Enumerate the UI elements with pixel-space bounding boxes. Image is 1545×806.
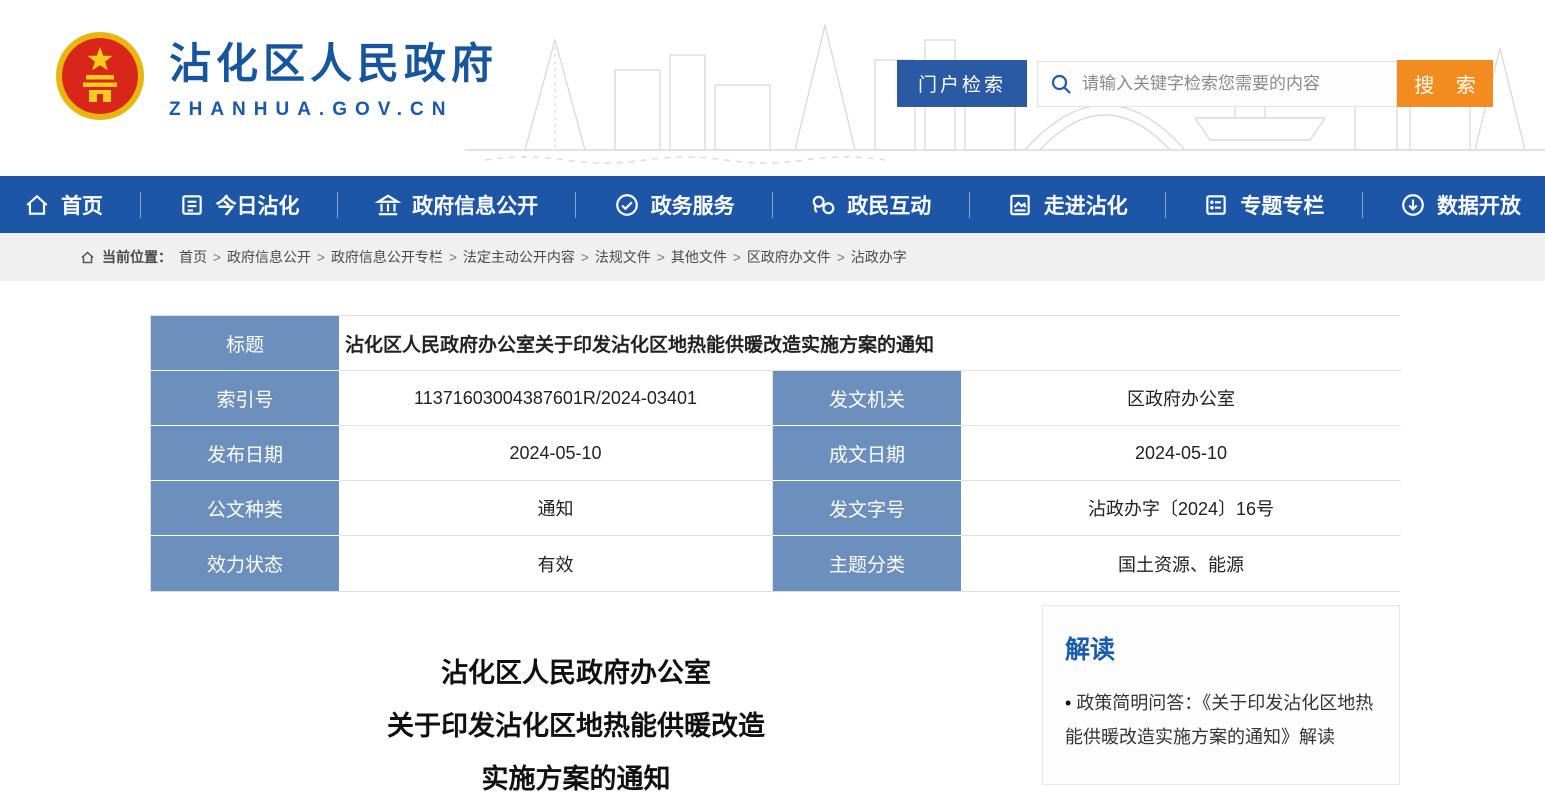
breadcrumb-item[interactable]: 首页: [179, 249, 227, 265]
nav-divider: [1165, 192, 1166, 218]
meta-label-validity: 效力状态: [151, 536, 339, 591]
meta-value-validity: 有效: [339, 536, 773, 591]
breadcrumb-item[interactable]: 政府信息公开: [227, 249, 331, 265]
document-title: 沾化区人民政府办公室 关于印发沾化区地热能供暖改造 实施方案的通知: [150, 647, 1042, 806]
nav-item-about[interactable]: 走进沾化: [1007, 190, 1128, 220]
meta-value-subject-category: 国土资源、能源: [961, 536, 1401, 591]
nav-divider: [969, 192, 970, 218]
nav-item-gov-info[interactable]: 政府信息公开: [375, 190, 538, 220]
portal-search-button[interactable]: 门户检索: [897, 60, 1027, 107]
interpretation-box: 解读 政策简明问答：《关于印发沾化区地热能供暖改造实施方案的通知》解读: [1042, 605, 1400, 785]
breadcrumb-prefix: 当前位置：: [102, 247, 172, 267]
home-icon: [24, 192, 50, 218]
breadcrumb: 当前位置： 首页政府信息公开政府信息公开专栏法定主动公开内容法规文件其他文件区政…: [0, 233, 1545, 281]
walkin-icon: [1007, 192, 1033, 218]
nav-divider: [140, 192, 141, 218]
nav-item-today[interactable]: 今日沾化: [179, 190, 300, 220]
meta-label-title: 标题: [151, 316, 339, 371]
nav-divider: [337, 192, 338, 218]
meta-label-index-number: 索引号: [151, 371, 339, 426]
nav-divider: [772, 192, 773, 218]
meta-value-doc-number: 沾政办字〔2024〕16号: [961, 481, 1401, 536]
meta-value-written-date: 2024-05-10: [961, 426, 1401, 481]
service-icon: [614, 192, 640, 218]
main-nav: 首页 今日沾化 政府信息公开 政务服务: [0, 176, 1545, 233]
nav-item-label: 政府信息公开: [412, 190, 538, 220]
breadcrumb-item[interactable]: 政府信息公开专栏: [331, 249, 463, 265]
breadcrumb-item[interactable]: 法规文件: [595, 249, 671, 265]
brand-text: 沾化区人民政府 ZHANHUA.GOV.CN: [169, 30, 498, 121]
chat-icon: [810, 192, 836, 218]
nav-item-label: 专题专栏: [1240, 190, 1324, 220]
nav-divider: [1362, 192, 1363, 218]
breadcrumb-item[interactable]: 法定主动公开内容: [463, 249, 595, 265]
nav-item-label: 数据开放: [1437, 190, 1521, 220]
document-title-line: 关于印发沾化区地热能供暖改造: [150, 700, 1002, 753]
interpretation-heading: 解读: [1065, 630, 1377, 666]
meta-label-doc-type: 公文种类: [151, 481, 339, 536]
search-box: [1037, 61, 1397, 107]
nav-item-topics[interactable]: 专题专栏: [1203, 190, 1324, 220]
breadcrumb-item[interactable]: 区政府办文件: [747, 249, 851, 265]
document-title-line: 沾化区人民政府办公室: [150, 647, 1002, 700]
meta-label-issuing-agency: 发文机关: [773, 371, 961, 426]
meta-value-publish-date: 2024-05-10: [339, 426, 773, 481]
nav-divider: [575, 192, 576, 218]
news-icon: [179, 192, 205, 218]
national-emblem-logo: [55, 31, 145, 121]
breadcrumb-item[interactable]: 沾政办字: [851, 249, 907, 265]
nav-item-interaction[interactable]: 政民互动: [810, 190, 931, 220]
bank-icon: [375, 192, 401, 218]
list-icon: [1203, 192, 1229, 218]
meta-value-title: 沾化区人民政府办公室关于印发沾化区地热能供暖改造实施方案的通知: [339, 316, 1401, 371]
brand-block: 沾化区人民政府 ZHANHUA.GOV.CN: [55, 30, 498, 121]
site-header: 沾化区人民政府 ZHANHUA.GOV.CN 门户检索 搜 索: [0, 0, 1545, 176]
search-area: 门户检索 搜 索: [897, 60, 1493, 107]
download-icon: [1400, 192, 1426, 218]
document-meta-table: 标题 沾化区人民政府办公室关于印发沾化区地热能供暖改造实施方案的通知 索引号 1…: [150, 315, 1400, 592]
page: 沾化区人民政府 ZHANHUA.GOV.CN 门户检索 搜 索 首页: [0, 0, 1545, 768]
nav-item-label: 政民互动: [847, 190, 931, 220]
nav-item-label: 首页: [61, 190, 103, 220]
site-name: 沾化区人民政府: [169, 30, 498, 91]
meta-value-index-number: 11371603004387601R/2024-03401: [339, 371, 773, 426]
breadcrumb-item[interactable]: 其他文件: [671, 249, 747, 265]
main-content: 标题 沾化区人民政府办公室关于印发沾化区地热能供暖改造实施方案的通知 索引号 1…: [0, 281, 1545, 806]
search-submit-button[interactable]: 搜 索: [1397, 60, 1493, 107]
nav-item-services[interactable]: 政务服务: [614, 190, 735, 220]
meta-label-written-date: 成文日期: [773, 426, 961, 481]
nav-item-label: 走进沾化: [1044, 190, 1128, 220]
document-title-line: 实施方案的通知: [150, 753, 1002, 806]
nav-item-open-data[interactable]: 数据开放: [1400, 190, 1521, 220]
meta-value-doc-type: 通知: [339, 481, 773, 536]
meta-label-doc-number: 发文字号: [773, 481, 961, 536]
site-domain: ZHANHUA.GOV.CN: [169, 99, 498, 121]
nav-item-home[interactable]: 首页: [24, 190, 103, 220]
location-home-icon: [80, 250, 95, 265]
meta-label-subject-category: 主题分类: [773, 536, 961, 591]
search-input[interactable]: [1082, 74, 1384, 94]
interpretation-link[interactable]: 政策简明问答：《关于印发沾化区地热能供暖改造实施方案的通知》解读: [1065, 686, 1377, 754]
nav-item-label: 今日沾化: [216, 190, 300, 220]
search-icon: [1050, 73, 1072, 95]
nav-item-label: 政务服务: [651, 190, 735, 220]
meta-value-issuing-agency: 区政府办公室: [961, 371, 1401, 426]
content-row: 沾化区人民政府办公室 关于印发沾化区地热能供暖改造 实施方案的通知 解读 政策简…: [150, 605, 1400, 806]
meta-label-publish-date: 发布日期: [151, 426, 339, 481]
